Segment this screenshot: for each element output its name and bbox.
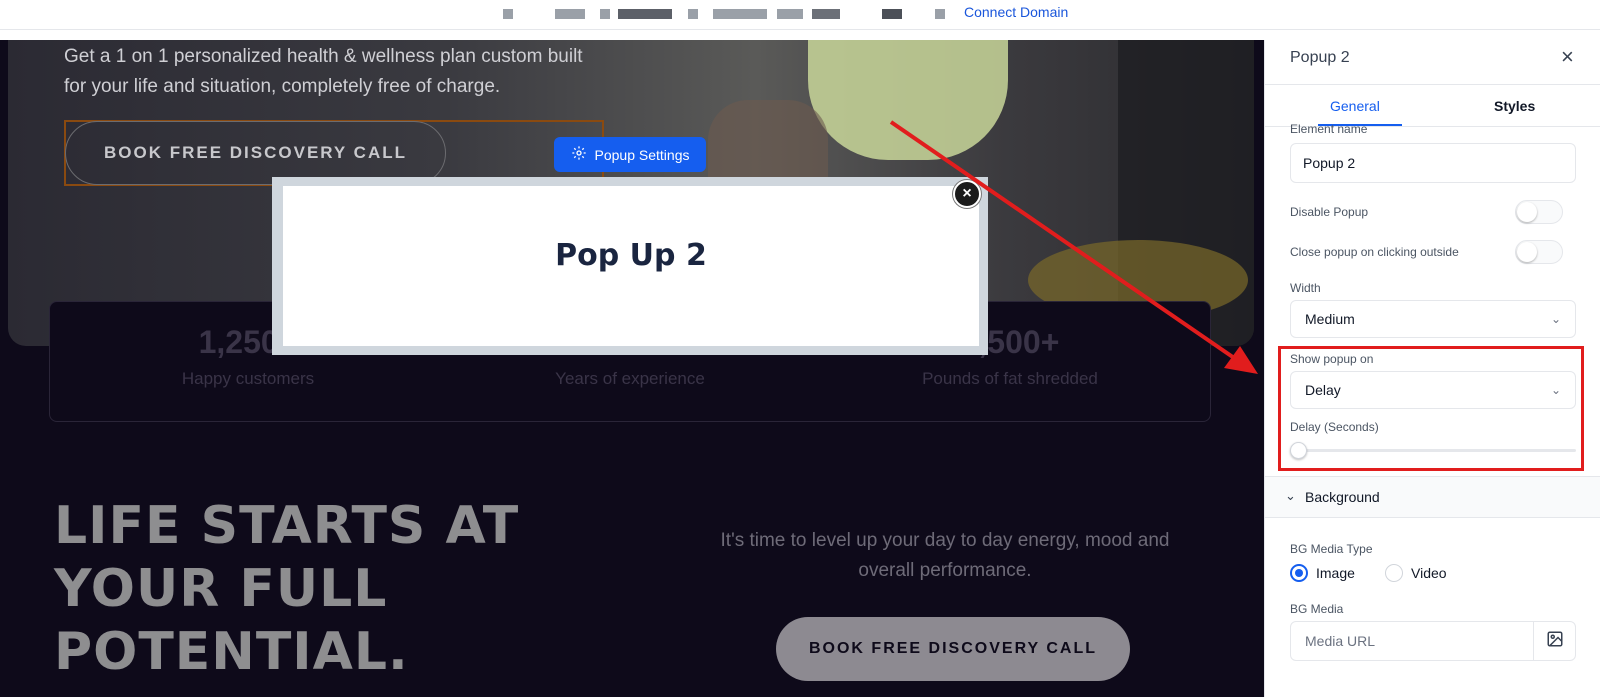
popup-settings-button[interactable]: Popup Settings	[554, 137, 706, 172]
stat-label: Happy customers	[181, 369, 315, 388]
redacted-site-url	[935, 9, 945, 19]
popup-title: Pop Up 2	[555, 238, 707, 273]
redacted-site-url	[882, 9, 902, 19]
section-headline: LIFE STARTS AT YOUR FULL POTENTIAL.	[54, 496, 520, 682]
bg-media-type-label: BG Media Type	[1290, 542, 1373, 556]
tab-styles[interactable]: Styles	[1494, 98, 1535, 114]
show-popup-on-value: Delay	[1305, 382, 1341, 398]
redacted-site-url	[713, 9, 767, 19]
radio-video-label: Video	[1411, 565, 1447, 581]
chevron-down-icon: ⌄	[1550, 383, 1561, 397]
settings-panel: Popup 2 × General Styles Element name Po…	[1264, 40, 1600, 697]
radio-image-label: Image	[1316, 565, 1355, 581]
gear-icon	[571, 145, 587, 164]
image-icon	[1546, 630, 1564, 653]
bg-media-field	[1290, 621, 1576, 661]
element-name-input[interactable]: Popup 2	[1290, 143, 1576, 183]
top-bar: Connect Domain	[0, 0, 1600, 30]
hero-image-detail	[808, 40, 1008, 160]
delay-slider-track[interactable]	[1297, 449, 1576, 452]
delay-slider-thumb[interactable]	[1290, 442, 1307, 459]
stat-label: Years of experience	[555, 369, 705, 388]
panel-close-button[interactable]: ×	[1561, 44, 1574, 70]
redacted-site-url	[688, 9, 698, 19]
close-icon: ×	[1561, 44, 1574, 69]
redacted-site-url	[555, 9, 585, 19]
media-picker-button[interactable]	[1533, 622, 1576, 660]
redacted-site-url	[777, 9, 803, 19]
popup-settings-label: Popup Settings	[594, 146, 690, 163]
redacted-site-url	[503, 9, 513, 19]
popup-close-button[interactable]: ×	[953, 180, 981, 208]
tab-general[interactable]: General	[1330, 98, 1380, 114]
close-outside-label: Close popup on clicking outside	[1290, 245, 1459, 259]
close-outside-toggle[interactable]	[1515, 240, 1563, 264]
toggle-knob	[1517, 202, 1537, 222]
width-select[interactable]: Medium ⌄	[1290, 300, 1576, 338]
background-section-header[interactable]: ⌄ Background	[1265, 476, 1600, 518]
show-popup-on-label: Show popup on	[1290, 352, 1374, 366]
redacted-site-url	[618, 9, 672, 19]
section-book-call-button[interactable]: BOOK FREE DISCOVERY CALL	[776, 617, 1130, 681]
disable-popup-toggle[interactable]	[1515, 200, 1563, 224]
hero-book-call-button[interactable]: BOOK FREE DISCOVERY CALL	[65, 121, 446, 185]
radio-image[interactable]	[1290, 564, 1308, 582]
divider	[1265, 84, 1600, 85]
stat-label: Pounds of fat shredded	[922, 369, 1098, 388]
element-name-label: Element name	[1290, 122, 1368, 136]
section-subtext: It's time to level up your day to day en…	[720, 530, 1170, 581]
radio-video[interactable]	[1385, 564, 1403, 582]
chevron-down-icon: ⌄	[1285, 488, 1296, 503]
disable-popup-label: Disable Popup	[1290, 205, 1369, 219]
media-url-input[interactable]	[1291, 622, 1533, 660]
redacted-site-url	[812, 9, 840, 19]
close-icon: ×	[962, 185, 972, 202]
connect-domain-link[interactable]: Connect Domain	[964, 4, 1068, 20]
width-select-value: Medium	[1305, 311, 1355, 327]
panel-title: Popup 2	[1290, 49, 1350, 66]
background-section-title: Background	[1305, 489, 1380, 505]
bg-media-label: BG Media	[1290, 602, 1344, 616]
redacted-site-url	[600, 9, 610, 19]
delay-label: Delay (Seconds)	[1290, 420, 1379, 434]
width-label: Width	[1290, 281, 1321, 295]
chevron-down-icon: ⌄	[1550, 312, 1561, 326]
hero-description: Get a 1 on 1 personalized health & welln…	[64, 46, 583, 97]
toggle-knob	[1517, 242, 1537, 262]
show-popup-on-select[interactable]: Delay ⌄	[1290, 371, 1576, 409]
